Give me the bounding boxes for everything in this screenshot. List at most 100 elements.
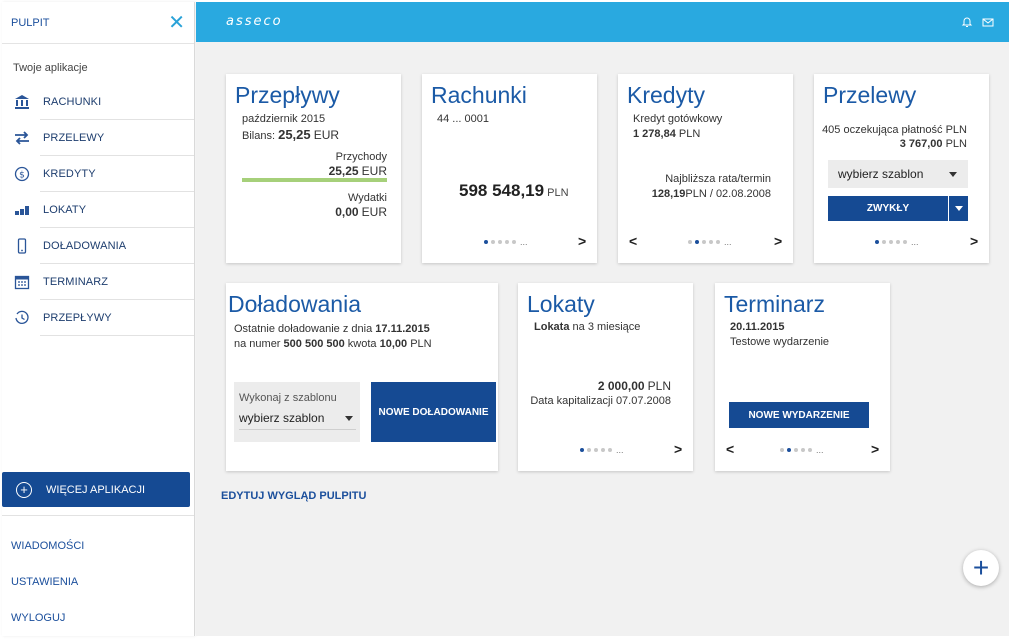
pager-dot[interactable]: [498, 240, 502, 244]
card-rachunki[interactable]: Rachunki 44 ... 0001 598 548,19 PLN ... …: [422, 74, 597, 263]
sidebar-item-rachunki[interactable]: RACHUNKI: [2, 84, 194, 120]
income-value-line: 25,25 EUR: [328, 164, 387, 178]
sidebar-subtitle: Twoje aplikacje: [13, 62, 88, 74]
pager-dot[interactable]: [594, 448, 598, 452]
next-arrow[interactable]: >: [674, 441, 682, 457]
envelope-icon[interactable]: [982, 15, 994, 27]
edit-dashboard-link[interactable]: EDYTUJ WYGLĄD PULPITU: [221, 490, 366, 502]
pager-dot[interactable]: [491, 240, 495, 244]
event-name: Testowe wydarzenie: [730, 336, 830, 348]
sidebar-item-doladowania[interactable]: DOŁADOWANIA: [2, 228, 194, 264]
pager-dot[interactable]: [787, 448, 791, 452]
sidebar-item-przelewy[interactable]: PRZELEWY: [2, 120, 194, 156]
card-doladowania[interactable]: Doładowania Ostatnie doładowanie z dnia …: [226, 283, 498, 471]
card-przelewy[interactable]: Przelewy 405 oczekująca płatność PLN 3 7…: [814, 74, 989, 263]
pager-ellipsis: ...: [616, 445, 624, 455]
logout-link[interactable]: WYLOGUJ: [11, 612, 84, 644]
card-terminarz[interactable]: Terminarz 20.11.2015 Testowe wydarzenie …: [715, 283, 890, 471]
topup-template-select[interactable]: wybierz szablon: [239, 406, 356, 430]
pager-dot[interactable]: [512, 240, 516, 244]
chevron-down-icon: [954, 206, 963, 211]
expense-value-line: 0,00 EUR: [335, 205, 387, 219]
account-balance: 598 548,19 PLN: [459, 181, 569, 200]
new-topup-button[interactable]: NOWE DOŁADOWANIE: [371, 382, 496, 442]
prev-arrow[interactable]: <: [629, 233, 637, 249]
pending-payments: 405 oczekująca płatność PLN: [822, 124, 967, 136]
pager-dot[interactable]: [882, 240, 886, 244]
sidebar-item-lokaty[interactable]: LOKATY: [2, 192, 194, 228]
pager-dot[interactable]: [794, 448, 798, 452]
pending-amount: 3 767,00 PLN: [899, 138, 967, 150]
pager-dot[interactable]: [808, 448, 812, 452]
pager-dot[interactable]: [889, 240, 893, 244]
next-arrow[interactable]: >: [774, 233, 782, 249]
template-select-value: wybierz szablon: [239, 410, 325, 425]
more-apps-button[interactable]: + WIĘCEJ APLIKACJI: [2, 472, 190, 507]
pager-dot[interactable]: [580, 448, 584, 452]
plus-circle-icon: +: [16, 481, 32, 498]
pager-dot[interactable]: [780, 448, 784, 452]
sidebar-title: PULPIT: [11, 16, 50, 29]
pager-dot[interactable]: [903, 240, 907, 244]
last-topup-details: na numer 500 500 500 kwota 10,00 PLN: [234, 338, 432, 350]
sidebar-item-label: RACHUNKI: [43, 96, 102, 108]
card-lokaty[interactable]: Lokaty Lokata na 3 miesiące 2 000,00 PLN…: [518, 283, 693, 471]
next-arrow[interactable]: >: [970, 233, 978, 249]
next-arrow[interactable]: >: [578, 233, 586, 249]
new-event-button[interactable]: NOWE WYDARZENIE: [729, 402, 869, 428]
pager-dot[interactable]: [688, 240, 692, 244]
sidebar-divider: [2, 515, 194, 516]
card-title: Doładowania: [228, 291, 361, 317]
next-arrow[interactable]: >: [871, 441, 879, 457]
sidebar-item-label: PRZEPŁYWY: [43, 312, 112, 324]
sidebar-item-label: PRZELEWY: [43, 132, 105, 144]
sidebar-item-kredyty[interactable]: $ KREDYTY: [2, 156, 194, 192]
transfer-type-dropdown[interactable]: [949, 196, 968, 221]
income-label: Przychody: [335, 151, 387, 163]
credit-amount: 1 278,84 PLN: [633, 128, 701, 140]
sidebar-item-przeplywy[interactable]: PRZEPŁYWY: [2, 300, 194, 336]
pager-dot[interactable]: [608, 448, 612, 452]
account-number: 44 ... 0001: [437, 113, 489, 125]
template-select[interactable]: wybierz szablon: [828, 160, 968, 188]
plus-icon[interactable]: +: [963, 550, 999, 586]
pager-ellipsis: ...: [520, 237, 528, 247]
card-title: Przepływy: [235, 82, 340, 108]
balance-line: Bilans: 25,25 EUR: [242, 127, 340, 142]
pager-dot[interactable]: [695, 240, 699, 244]
history-clock-icon: [12, 308, 32, 328]
asseco-logo: asseco: [226, 14, 283, 29]
sidebar-item-terminarz[interactable]: TERMINARZ: [2, 264, 194, 300]
pager-dots: ...: [780, 445, 824, 455]
close-icon[interactable]: ✕: [168, 13, 185, 33]
pager-dot[interactable]: [505, 240, 509, 244]
pager-dot[interactable]: [702, 240, 706, 244]
pager-dot[interactable]: [716, 240, 720, 244]
income-bar: [242, 178, 387, 182]
settings-link[interactable]: USTAWIENIA: [11, 576, 84, 612]
dashboard: Przepływy październik 2015 Bilans: 25,25…: [196, 42, 1009, 636]
pager-dot[interactable]: [801, 448, 805, 452]
pager-dot[interactable]: [709, 240, 713, 244]
chevron-down-icon: [345, 416, 353, 421]
prev-arrow[interactable]: <: [726, 441, 734, 457]
transfer-regular-button[interactable]: ZWYKŁY: [828, 196, 948, 221]
card-przeplywy[interactable]: Przepływy październik 2015 Bilans: 25,25…: [226, 74, 401, 263]
pager-dot[interactable]: [875, 240, 879, 244]
pager-ellipsis: ...: [816, 445, 824, 455]
more-apps-label: WIĘCEJ APLIKACJI: [46, 483, 146, 496]
messages-link[interactable]: WIADOMOŚCI: [11, 540, 84, 576]
card-title: Lokaty: [527, 291, 595, 317]
pager-dot[interactable]: [587, 448, 591, 452]
pager-dot[interactable]: [601, 448, 605, 452]
deposit-name: Lokata na 3 miesiące: [534, 321, 641, 333]
coin-stack-icon: [12, 200, 32, 220]
sidebar-header: PULPIT ✕: [2, 2, 194, 44]
pager-dots: ...: [484, 237, 528, 247]
sidebar-item-label: LOKATY: [43, 204, 87, 216]
template-label: Wykonaj z szablonu: [239, 392, 337, 404]
pager-dot[interactable]: [896, 240, 900, 244]
bell-icon[interactable]: [961, 15, 973, 27]
pager-dot[interactable]: [484, 240, 488, 244]
card-kredyty[interactable]: Kredyty Kredyt gotówkowy 1 278,84 PLN Na…: [618, 74, 793, 263]
